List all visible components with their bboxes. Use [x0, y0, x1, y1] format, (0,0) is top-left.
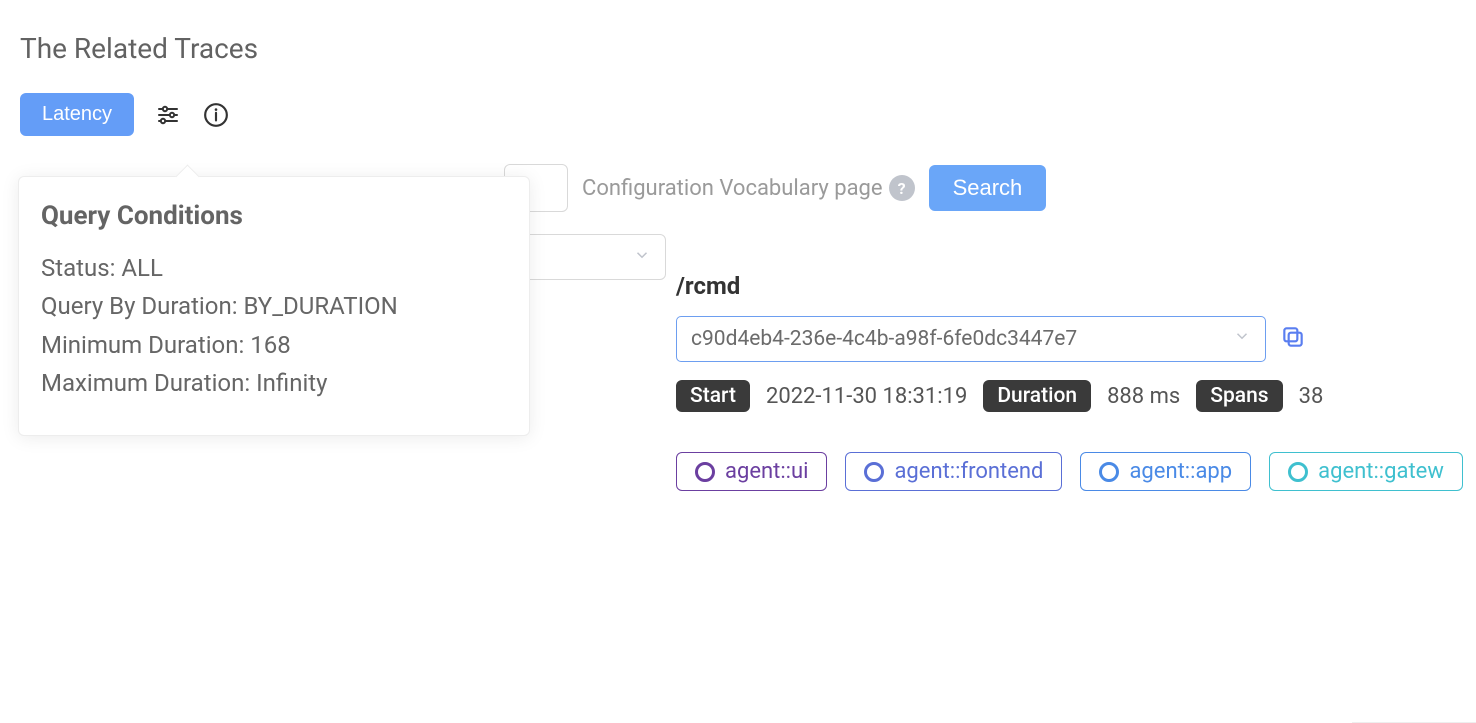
agent-ring-icon — [1099, 462, 1119, 482]
info-icon[interactable] — [202, 101, 230, 129]
duration-value: 888 ms — [1107, 384, 1180, 409]
duration-tag: Duration — [983, 380, 1091, 412]
agent-chip[interactable]: agent::app — [1080, 452, 1251, 491]
spans-value: 38 — [1299, 384, 1324, 409]
agent-label: agent::app — [1129, 459, 1232, 484]
page-title: The Related Traces — [20, 32, 1456, 65]
trace-meta-row: Start 2022-11-30 18:31:19 Duration 888 m… — [676, 380, 1476, 412]
toolbar: Latency — [20, 93, 1456, 136]
agent-label: agent::gatew — [1318, 459, 1444, 484]
status-line: Status: ALL — [41, 249, 507, 287]
agent-chip[interactable]: agent::gatew — [1269, 452, 1463, 491]
popover-title: Query Conditions — [41, 201, 507, 231]
search-button[interactable]: Search — [929, 165, 1047, 211]
trace-id-select[interactable]: c90d4eb4-236e-4c4b-a98f-6fe0dc3447e7 — [676, 316, 1266, 362]
query-conditions-popover: Query Conditions Status: ALL Query By Du… — [18, 176, 530, 436]
config-vocab-text: Configuration Vocabulary page — [582, 176, 883, 201]
copy-icon[interactable] — [1280, 324, 1306, 354]
agent-ring-icon — [864, 462, 884, 482]
max-duration-line: Maximum Duration: Infinity — [41, 364, 507, 402]
trace-id-value: c90d4eb4-236e-4c4b-a98f-6fe0dc3447e7 — [691, 327, 1077, 351]
start-tag: Start — [676, 380, 750, 412]
agent-chip[interactable]: agent::frontend — [845, 452, 1062, 491]
sliders-icon[interactable] — [154, 101, 182, 129]
chevron-down-icon — [633, 246, 651, 268]
chevron-down-icon — [1233, 327, 1251, 351]
config-vocab-label: Configuration Vocabulary page ? — [582, 175, 915, 201]
min-duration-line: Minimum Duration: 168 — [41, 326, 507, 364]
agent-chip[interactable]: agent::ui — [676, 452, 827, 491]
latency-button[interactable]: Latency — [20, 93, 134, 136]
query-by-line: Query By Duration: BY_DURATION — [41, 287, 507, 325]
agent-label: agent::frontend — [894, 459, 1043, 484]
trace-detail-panel: /rcmd c90d4eb4-236e-4c4b-a98f-6fe0dc3447… — [676, 272, 1476, 491]
agent-ring-icon — [695, 462, 715, 482]
agents-row: agent::ui agent::frontend agent::app agent:… — [676, 452, 1476, 491]
spans-tag: Spans — [1196, 380, 1282, 412]
start-value: 2022-11-30 18:31:19 — [766, 384, 967, 409]
endpoint-title: /rcmd — [676, 272, 1476, 300]
agent-ring-icon — [1288, 462, 1308, 482]
help-icon[interactable]: ? — [889, 175, 915, 201]
agent-label: agent::ui — [725, 459, 808, 484]
